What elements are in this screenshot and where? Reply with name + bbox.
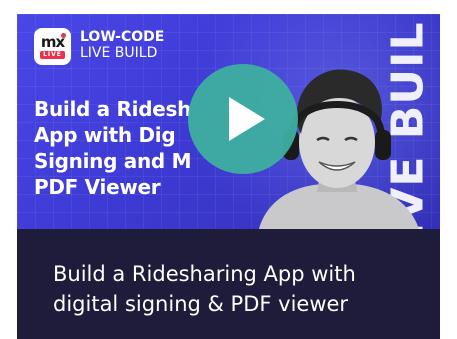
logo-live-badge: LIVE	[40, 50, 65, 59]
video-title-line-1: Build a Ridesharing App with	[53, 262, 356, 286]
brand-line-1: LOW-CODE	[80, 29, 165, 45]
brand-label: LOW-CODE LIVE BUILD	[80, 29, 164, 61]
video-card[interactable]: mx LIVE LOW-CODE LIVE BUILD Build a Ride…	[17, 14, 440, 339]
mendix-logo: mx LIVE	[34, 28, 71, 65]
play-button[interactable]	[188, 64, 298, 174]
play-icon	[229, 97, 265, 141]
video-title-line-2: digital signing & PDF viewer	[53, 292, 349, 316]
video-title[interactable]: Build a Ridesharing App with digital sig…	[53, 259, 433, 319]
brand-line-2: LIVE BUILD	[80, 45, 158, 61]
video-thumbnail[interactable]: mx LIVE LOW-CODE LIVE BUILD Build a Ride…	[17, 14, 440, 229]
logo-dot-icon	[61, 33, 66, 38]
